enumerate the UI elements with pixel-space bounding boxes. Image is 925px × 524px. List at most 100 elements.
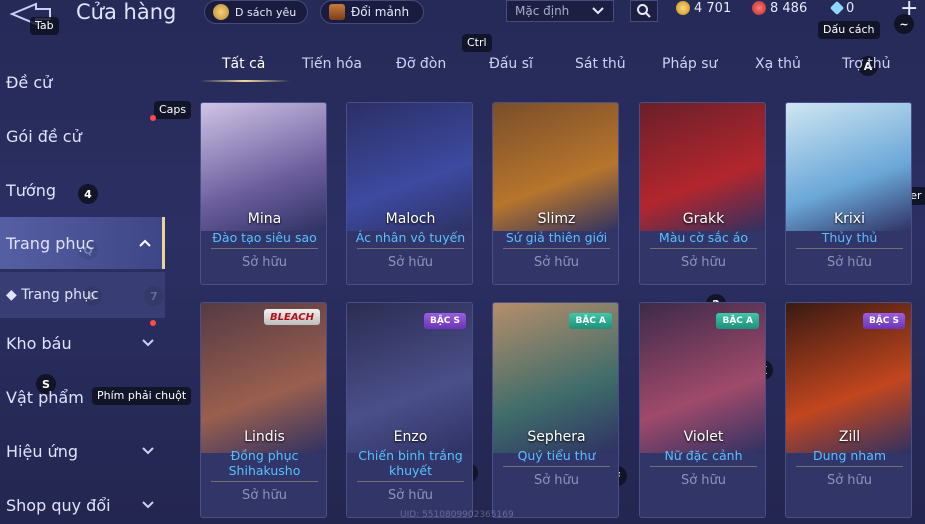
key-hint-tab: Tab	[30, 17, 59, 35]
tab-fighter[interactable]: Đấu sĩ	[489, 56, 533, 72]
hero-name: Lindis	[244, 429, 285, 445]
skin-name: Chiến binh trắng khuyết	[358, 448, 463, 478]
sidebar-item-label: Trang phục	[6, 233, 95, 253]
skin-card[interactable]: Sephera Quý tiểu thư Sở hữu BẬC A	[492, 302, 619, 518]
chevron-down-icon	[142, 447, 154, 455]
hero-name: Enzo	[393, 429, 428, 445]
exchange-shards-button[interactable]: Đổi mảnh	[320, 0, 424, 24]
chevron-up-icon	[139, 239, 151, 247]
sidebar-item-effects[interactable]: Hiệu ứng	[0, 425, 165, 477]
ownership-status: Sở hữu	[241, 255, 288, 270]
tab-tank[interactable]: Đỡ đòn	[396, 56, 446, 72]
card-divider	[650, 466, 757, 467]
crystal-value: 0	[846, 0, 855, 16]
sidebar-item-label: Kho báu	[6, 333, 72, 353]
sidebar-item-label: Vật phẩm	[6, 387, 84, 407]
card-divider	[503, 466, 610, 467]
sidebar-item-recommended-packs[interactable]: Gói đề cử	[0, 110, 165, 162]
tab-evolution[interactable]: Tiến hóa	[302, 56, 362, 72]
tab-mage[interactable]: Pháp sư	[662, 56, 717, 72]
sidebar-subitem-skins[interactable]: ◆ Trang phục	[0, 272, 165, 318]
key-hint-space: Dấu cách	[818, 21, 880, 39]
key-hint-ctrl: Ctrl	[462, 34, 492, 52]
gold-value: 4 701	[694, 0, 732, 16]
card-divider	[357, 248, 464, 249]
crystal-icon	[829, 0, 845, 16]
exchange-label: Đổi mảnh	[351, 5, 410, 19]
skin-card[interactable]: Zill Dung nham Sở hữu BẬC S	[785, 302, 912, 518]
card-divider	[211, 481, 318, 482]
sidebar-item-exchange-shop[interactable]: Shop quy đổi	[0, 479, 165, 524]
sidebar-item-label: Shop quy đổi	[6, 495, 111, 515]
sidebar-item-heroes[interactable]: Tướng	[0, 164, 165, 216]
skin-card[interactable]: Maloch Ác nhân vô tuyến Sở hữu	[346, 102, 473, 285]
skin-name: Quý tiểu thư	[517, 448, 596, 463]
tab-all[interactable]: Tất cả	[222, 56, 265, 72]
hero-name: Violet	[683, 429, 724, 445]
hero-name: Krixi	[833, 211, 865, 227]
gold-coin-icon	[676, 1, 690, 15]
skin-name: Đào tạo siêu sao	[212, 230, 317, 245]
sidebar: Đề cử Gói đề cử Tướng Trang phục ◆ Trang…	[0, 56, 165, 524]
skin-card[interactable]: Mina Đào tạo siêu sao Sở hữu	[200, 102, 327, 285]
active-tab-indicator	[200, 80, 290, 82]
sidebar-subitem-label: ◆ Trang phục	[6, 287, 99, 303]
collab-logo-badge: BLEACH	[264, 309, 320, 325]
skin-name: Đồng phục Shihakusho	[228, 448, 301, 478]
chevron-down-icon	[142, 501, 154, 509]
card-divider	[503, 248, 610, 249]
top-bar: Cửa hàng D sách yêu Đổi mảnh Mặc định 4 …	[0, 0, 925, 34]
chevron-down-icon	[142, 339, 154, 347]
sidebar-item-label: Hiệu ứng	[6, 441, 78, 461]
ownership-status: Sở hữu	[387, 255, 434, 270]
red-voucher-icon	[752, 1, 766, 15]
skin-name: Sứ giả thiên giới	[505, 230, 608, 245]
sidebar-item-label: Gói đề cử	[6, 126, 82, 146]
hero-name: Slimz	[537, 211, 576, 227]
card-divider	[357, 481, 464, 482]
crystal-balance: 0	[829, 0, 855, 16]
ownership-status: Sở hữu	[826, 473, 873, 488]
tier-badge: BẬC S	[862, 313, 905, 329]
sidebar-subitem-text: Trang phục	[21, 287, 99, 303]
skin-card[interactable]: Krixi Thủy thủ Sở hữu	[785, 102, 912, 285]
voucher-balance: 8 486	[752, 0, 807, 16]
search-button[interactable]	[630, 0, 658, 22]
skin-card[interactable]: Enzo Chiến binh trắng khuyết Sở hữu BẬC …	[346, 302, 473, 518]
tier-badge: BẬC A	[569, 313, 612, 329]
tier-badge: BẬC S	[423, 313, 466, 329]
sidebar-item-label: Đề cử	[6, 72, 53, 92]
ownership-status: Sở hữu	[533, 473, 580, 488]
gold-balance: 4 701	[676, 0, 731, 16]
tier-badge: BẬC A	[716, 313, 759, 329]
sort-dropdown[interactable]: Mặc định	[506, 0, 614, 22]
tab-support[interactable]: Trợ thủ	[842, 56, 891, 72]
skin-card[interactable]: Slimz Sứ giả thiên giới Sở hữu	[492, 102, 619, 285]
skin-name: Màu cờ sắc áo	[658, 230, 749, 245]
wishlist-button[interactable]: D sách yêu	[204, 0, 308, 24]
tab-marksman[interactable]: Xạ thủ	[755, 56, 801, 72]
ownership-status: Sở hữu	[826, 255, 873, 270]
notification-dot	[150, 115, 156, 121]
skin-card[interactable]: Lindis Đồng phục Shihakusho Sở hữu BLEAC…	[200, 302, 327, 518]
tab-assassin[interactable]: Sát thủ	[575, 56, 626, 72]
voucher-value: 8 486	[770, 0, 808, 16]
chevron-down-icon	[592, 7, 604, 15]
sidebar-item-skins[interactable]: Trang phục	[0, 217, 165, 269]
wishlist-label: D sách yêu	[235, 5, 297, 19]
skin-card[interactable]: Violet Nữ đặc cảnh Sở hữu BẬC A	[639, 302, 766, 518]
heart-icon	[213, 4, 229, 20]
skin-card[interactable]: Grakk Màu cờ sắc áo Sở hữu	[639, 102, 766, 285]
hero-name: Sephera	[527, 429, 586, 445]
card-divider	[211, 248, 318, 249]
sidebar-item-items[interactable]: Vật phẩm	[0, 371, 165, 423]
sidebar-item-label: Tướng	[6, 180, 56, 200]
search-icon	[637, 4, 651, 18]
sidebar-item-treasure[interactable]: Kho báu	[0, 317, 165, 369]
skin-name: Ác nhân vô tuyến	[355, 230, 466, 245]
skin-name: Dung nham	[812, 448, 887, 463]
ownership-status: Sở hữu	[680, 255, 727, 270]
ownership-status: Sở hữu	[387, 488, 434, 503]
uid-label: UID: 5510809902365169	[400, 510, 514, 520]
sidebar-item-recommended[interactable]: Đề cử	[0, 56, 165, 108]
